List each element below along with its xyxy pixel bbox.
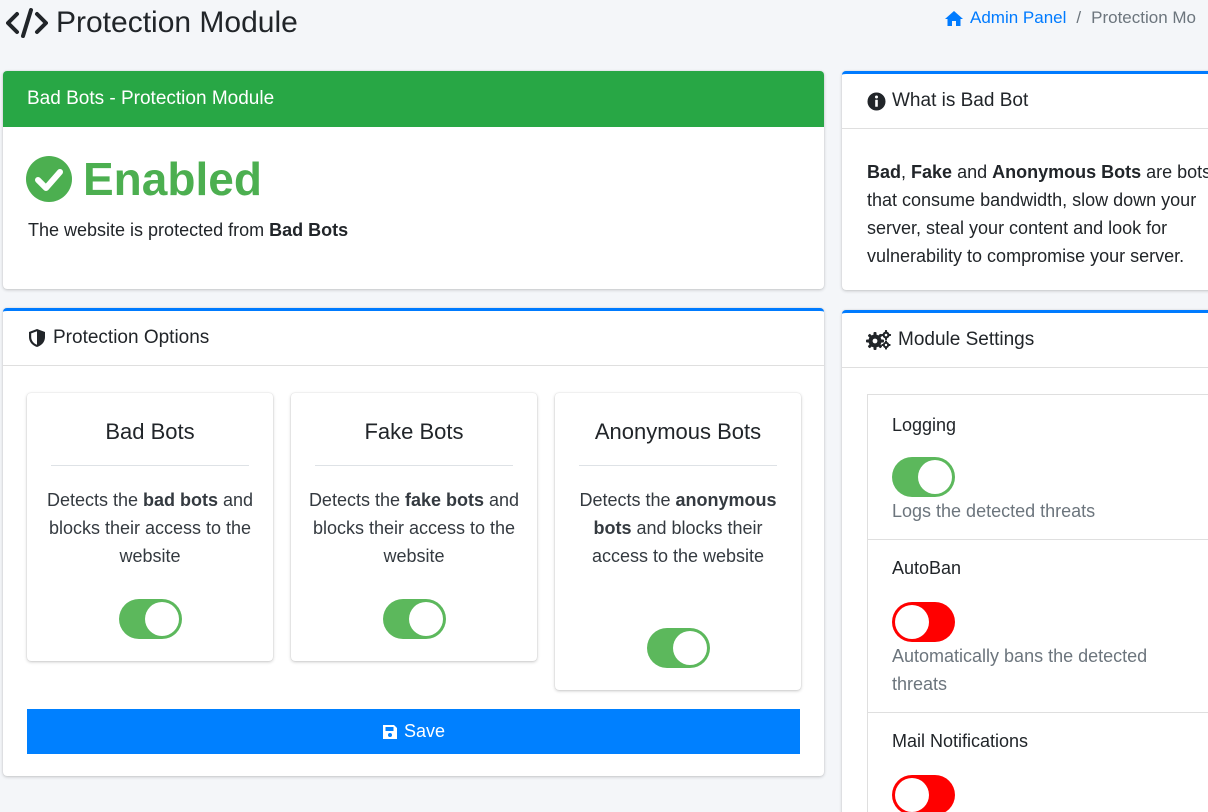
shield-icon [29,329,45,347]
toggle-knob [409,602,443,636]
option-description: Detects the fake bots and blocks their a… [308,490,520,566]
setting-mail-notifications: Mail Notifications [867,712,1208,812]
breadcrumb-current: Protection Mo [1091,8,1197,27]
breadcrumb-home-link[interactable]: Admin Panel [944,8,1066,28]
settings-card-title: Module Settings [898,329,1035,350]
toggle-knob [145,602,179,636]
status-desc-bold: Bad Bots [269,220,349,240]
option-fake-bots: Fake Bots Detects the fake bots and bloc… [291,393,537,661]
option-description: Detects the bad bots and blocks their ac… [46,490,254,566]
status-row: Enabled [25,152,262,206]
fake-bots-toggle[interactable] [383,599,446,639]
setting-description: Automatically bans the detected threats [892,646,1148,694]
option-title: Bad Bots [105,419,195,444]
anonymous-bots-toggle[interactable] [647,628,710,668]
cogs-icon [866,330,891,350]
toggle-knob [673,631,707,665]
breadcrumb-home-label[interactable]: Admin Panel [970,8,1066,28]
page-title: Protection Module [56,6,298,39]
option-title: Fake Bots [364,419,464,444]
option-description: Detects the anonymous bots and blocks th… [579,490,777,566]
check-circle-icon [26,156,72,202]
protection-options-header: Protection Options [3,311,824,366]
bad-bots-toggle[interactable] [119,599,182,639]
setting-label: Mail Notifications [892,731,1029,751]
option-bad-bots: Bad Bots Detects the bad bots and blocks… [27,393,273,661]
home-icon [945,10,963,26]
option-divider [579,465,777,466]
toggle-knob [895,778,929,812]
breadcrumb: Admin Panel / Protection Mo [944,8,1196,28]
autoban-toggle[interactable] [892,602,955,642]
option-divider [315,465,513,466]
toggle-knob [895,605,929,639]
code-icon [6,8,48,38]
save-button[interactable]: Save [27,709,800,754]
protection-options-title: Protection Options [53,327,210,348]
protection-options-card: Protection Options Bad Bots Detects the … [3,308,824,776]
toggle-knob [918,460,952,494]
setting-label: AutoBan [892,558,962,578]
info-card-header: What is Bad Bot [842,74,1208,129]
page-title-row: Protection Module [6,4,298,42]
info-card-body: Bad, Fake and Anonymous Bots are bots th… [867,162,1208,266]
logging-toggle[interactable] [892,457,955,497]
setting-label: Logging [892,415,957,435]
status-enabled-text: Enabled [83,153,262,205]
breadcrumb-separator: / [1076,8,1082,27]
setting-autoban: AutoBan Automatically bans the detected … [867,539,1208,713]
option-anonymous-bots: Anonymous Bots Detects the anonymous bot… [555,393,801,690]
module-settings-card: Module Settings Logging Logs the detecte… [842,310,1208,812]
status-desc-prefix: The website is protected from [28,220,270,240]
status-card-title: Bad Bots - Protection Module [27,88,275,109]
status-card-header: Bad Bots - Protection Module [3,71,824,127]
option-title: Anonymous Bots [594,419,762,444]
option-divider [51,465,249,466]
save-button-label[interactable]: Save [404,721,445,742]
what-is-bad-bot-card: What is Bad Bot Bad, Fake and Anonymous … [842,71,1208,290]
floppy-disk-icon [382,724,397,739]
info-card-title: What is Bad Bot [892,90,1029,111]
mail-notifications-toggle[interactable] [892,775,955,812]
status-description: The website is protected from Bad Bots [28,220,348,241]
setting-description: Logs the detected threats [892,501,1096,521]
info-circle-icon [867,92,886,110]
settings-card-header: Module Settings [842,313,1208,368]
setting-logging: Logging Logs the detected threats [867,394,1208,540]
